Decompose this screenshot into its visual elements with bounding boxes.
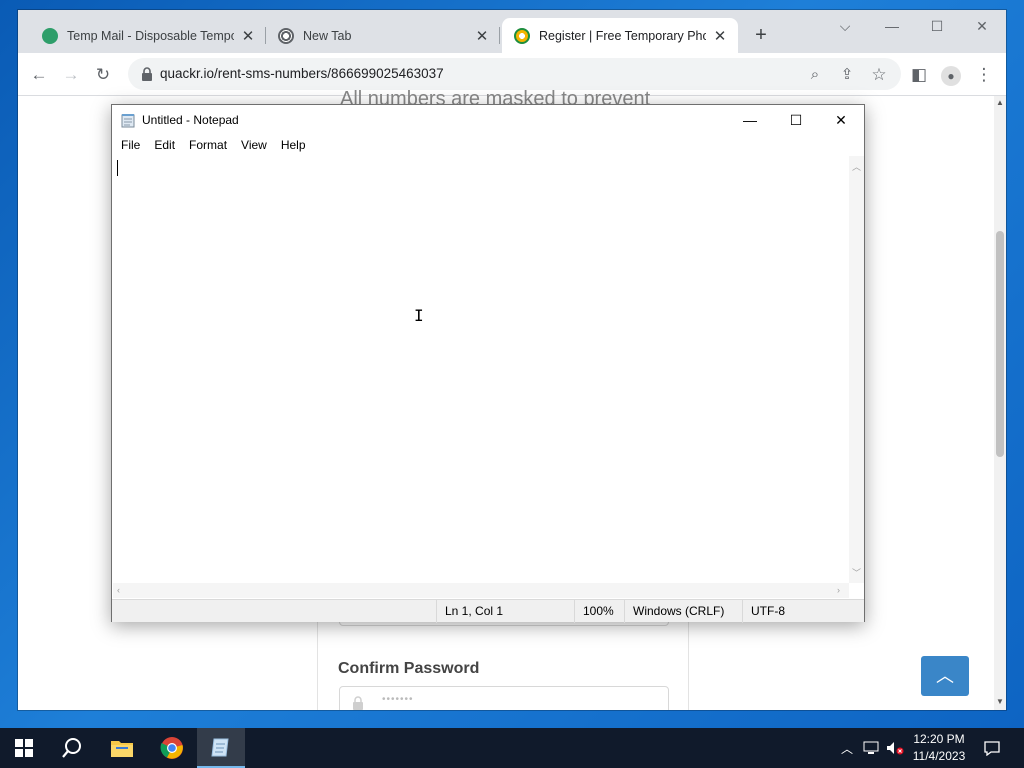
notepad-text-area[interactable]: I (113, 156, 849, 583)
forward-icon[interactable]: → (58, 62, 84, 88)
tab-new-tab[interactable]: New Tab ✕ (266, 18, 500, 53)
maximize-icon[interactable]: ☐ (919, 14, 955, 40)
menu-edit[interactable]: Edit (147, 135, 182, 155)
status-line-ending: Windows (CRLF) (624, 600, 742, 623)
start-icon[interactable] (0, 728, 48, 768)
close-tab-icon[interactable]: ✕ (240, 27, 256, 45)
temp-mail-favicon-icon (42, 27, 58, 44)
search-icon[interactable] (48, 728, 96, 768)
tab-bar: Temp Mail - Disposable Temporary ✕ New T… (18, 10, 1006, 53)
password-placeholder: ••••••• (382, 694, 414, 705)
scroll-right-arrow-icon[interactable]: › (837, 583, 840, 598)
minimize-icon[interactable]: — (727, 105, 773, 135)
lock-icon (142, 67, 152, 81)
scrollbar-thumb[interactable] (996, 231, 1004, 457)
lock-icon (353, 696, 363, 710)
star-icon[interactable]: ☆ (866, 62, 892, 88)
menu-view[interactable]: View (234, 135, 274, 155)
close-tab-icon[interactable]: ✕ (474, 27, 490, 45)
clock-date: 11/4/2023 (912, 749, 966, 763)
maximize-icon[interactable]: ☐ (773, 105, 819, 135)
side-panel-icon[interactable]: ◧ (906, 62, 932, 88)
scroll-left-arrow-icon[interactable]: ‹ (117, 583, 120, 598)
reload-icon[interactable]: ↻ (90, 62, 116, 88)
menu-help[interactable]: Help (274, 135, 313, 155)
zoom-icon[interactable]: ⌕ (802, 62, 828, 88)
notepad-icon[interactable] (197, 728, 245, 768)
notepad-status-bar: Ln 1, Col 1 100% Windows (CRLF) UTF-8 (112, 599, 864, 623)
network-icon[interactable] (860, 728, 882, 768)
scroll-down-arrow-icon[interactable]: ﹀ (849, 566, 864, 579)
tab-title: Register | Free Temporary Phone (539, 28, 706, 43)
new-tab-button[interactable]: + (749, 24, 773, 48)
notepad-title: Untitled - Notepad (142, 113, 239, 127)
confirm-password-field[interactable]: ••••••• (339, 686, 669, 710)
scroll-up-arrow-icon[interactable]: ︿ (849, 160, 864, 173)
chrome-favicon-icon (278, 27, 294, 44)
status-zoom: 100% (574, 600, 624, 623)
system-clock[interactable]: 12:20 PM 11/4/2023 (902, 731, 976, 765)
menu-format[interactable]: Format (182, 135, 234, 155)
file-explorer-icon[interactable] (98, 728, 146, 768)
back-icon[interactable]: ← (26, 62, 52, 88)
notepad-menu-bar: File Edit Format View Help (112, 135, 864, 155)
chevron-down-icon[interactable]: ⌵ (827, 14, 863, 40)
taskbar: ︿ 12:20 PM 11/4/2023 (0, 728, 1024, 768)
url-text: quackr.io/rent-sms-numbers/8666990254630… (160, 66, 444, 81)
close-tab-icon[interactable]: ✕ (712, 27, 728, 45)
quackr-favicon-icon (514, 27, 530, 44)
close-icon[interactable]: ✕ (964, 14, 1000, 40)
page-scrollbar[interactable]: ▲ ▼ (994, 96, 1006, 710)
notepad-icon (121, 114, 135, 128)
notification-icon[interactable] (978, 728, 1006, 768)
scroll-to-top-button[interactable]: ︿ (921, 656, 969, 696)
notepad-horizontal-scrollbar[interactable]: ‹ › (113, 583, 849, 598)
menu-icon[interactable]: ⋮ (971, 62, 997, 88)
clock-time: 12:20 PM (913, 732, 965, 746)
scroll-up-arrow-icon[interactable]: ▲ (994, 98, 1006, 107)
notepad-vertical-scrollbar[interactable]: ︿ ﹀ (849, 156, 864, 583)
menu-file[interactable]: File (114, 135, 147, 155)
notepad-window: Untitled - Notepad — ☐ ✕ File Edit Forma… (111, 104, 865, 623)
chevron-up-icon: ︿ (936, 666, 954, 686)
close-icon[interactable]: ✕ (818, 105, 864, 135)
tab-title: Temp Mail - Disposable Temporary (67, 28, 234, 43)
minimize-icon[interactable]: — (874, 14, 910, 40)
scroll-down-arrow-icon[interactable]: ▼ (994, 697, 1006, 706)
chevron-up-icon[interactable]: ︿ (836, 728, 858, 768)
address-bar[interactable]: quackr.io/rent-sms-numbers/8666990254630… (128, 58, 901, 90)
profile-icon[interactable]: ● (938, 62, 964, 88)
status-position: Ln 1, Col 1 (436, 600, 574, 623)
tab-temp-mail[interactable]: Temp Mail - Disposable Temporary ✕ (30, 18, 266, 53)
notepad-title-bar[interactable]: Untitled - Notepad — ☐ ✕ (112, 105, 864, 135)
status-encoding: UTF-8 (742, 600, 848, 623)
confirm-password-label: Confirm Password (338, 660, 480, 677)
tab-title: New Tab (303, 28, 352, 43)
share-icon[interactable]: ⇪ (834, 62, 860, 88)
tab-register[interactable]: Register | Free Temporary Phone ✕ (502, 18, 738, 53)
text-caret (117, 160, 118, 176)
chrome-icon[interactable] (148, 728, 196, 768)
ibeam-cursor-icon: I (414, 306, 424, 325)
